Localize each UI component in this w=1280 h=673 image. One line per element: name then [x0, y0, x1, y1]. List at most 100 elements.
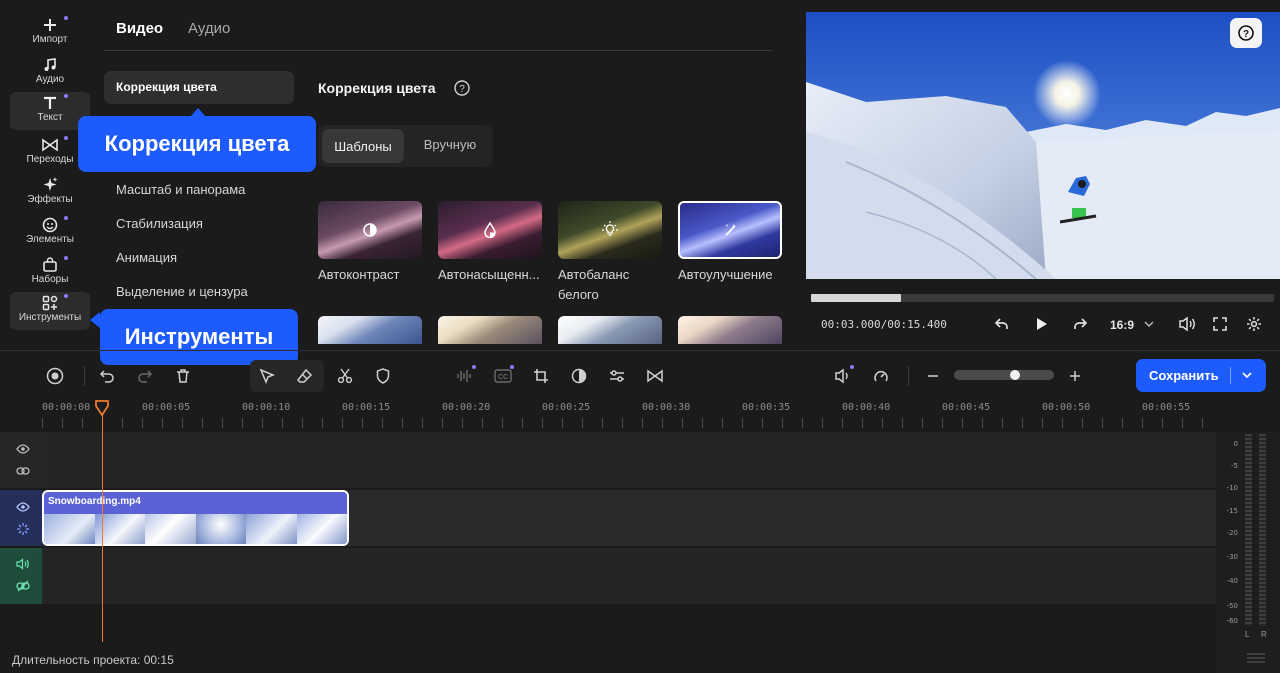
contrast-icon	[363, 223, 377, 237]
volume-icon[interactable]	[1178, 316, 1196, 332]
music-note-icon	[42, 56, 58, 74]
tabs-divider	[104, 50, 772, 51]
svg-text:?: ?	[1243, 29, 1249, 40]
tools-grid-icon	[42, 294, 58, 312]
overlay-track[interactable]	[42, 432, 1216, 488]
preset-thumbnail[interactable]	[318, 316, 422, 344]
menu-item-stabilization[interactable]: Стабилизация	[116, 216, 203, 231]
separator	[84, 366, 85, 386]
meter-scale-label: -50	[1226, 602, 1238, 610]
captions-icon[interactable]: CC	[492, 365, 514, 387]
pointer-icon[interactable]	[256, 365, 278, 387]
meter-scale-label: -60	[1226, 617, 1238, 625]
eye-icon[interactable]	[16, 443, 30, 455]
aspect-ratio-select[interactable]: 16:9	[1110, 318, 1134, 332]
menu-item-color-correction[interactable]: Коррекция цвета	[104, 71, 294, 104]
preset-thumbnail[interactable]	[558, 201, 662, 259]
total-time: 00:15.400	[887, 318, 947, 331]
preset-thumbnail[interactable]	[678, 316, 782, 344]
detach-audio-icon[interactable]	[832, 365, 854, 387]
zoom-in-icon[interactable]	[1064, 365, 1086, 387]
preset-thumbnail[interactable]	[438, 201, 542, 259]
settings-gear-icon[interactable]	[1246, 316, 1262, 332]
meter-right-label: R	[1261, 630, 1267, 639]
text-t-icon	[42, 94, 58, 112]
preset-thumbnail-selected[interactable]	[678, 201, 782, 259]
help-button[interactable]: ?	[1230, 18, 1262, 48]
new-dot	[510, 365, 514, 369]
playhead-line[interactable]	[102, 400, 103, 642]
speed-icon[interactable]	[870, 365, 892, 387]
fullscreen-icon[interactable]	[1212, 316, 1228, 332]
transition-icon[interactable]	[644, 365, 666, 387]
track-header	[0, 548, 42, 604]
tab-audio[interactable]: Аудио	[188, 20, 230, 37]
mode-templates-button[interactable]: Шаблоны	[322, 129, 404, 163]
meter-scale-label: -20	[1226, 529, 1238, 537]
undo-icon[interactable]	[96, 365, 118, 387]
mode-manual-button[interactable]: Вручную	[411, 137, 489, 152]
meter-grip-icon[interactable]	[1246, 652, 1266, 666]
eye-icon[interactable]	[16, 501, 30, 513]
rail-elements[interactable]: Элементы	[10, 214, 90, 250]
separator	[1230, 367, 1231, 384]
video-preview[interactable]	[806, 12, 1280, 279]
tooltip-tools: Инструменты	[100, 309, 298, 365]
forward-icon[interactable]	[1072, 316, 1088, 332]
tooltip-color-correction: Коррекция цвета	[78, 116, 316, 172]
shield-icon[interactable]	[372, 365, 394, 387]
zoom-slider[interactable]	[954, 370, 1054, 380]
playhead-handle-icon[interactable]	[95, 400, 109, 416]
menu-item-animation[interactable]: Анимация	[116, 250, 177, 265]
link-icon[interactable]	[16, 465, 30, 477]
preset-thumbnail[interactable]	[318, 201, 422, 259]
crop-icon[interactable]	[530, 365, 552, 387]
ruler-label: 00:00:15	[342, 402, 391, 413]
ruler-ticks	[42, 418, 1216, 428]
clip-filmstrip	[44, 514, 347, 544]
bulb-icon	[602, 221, 618, 237]
sparkle-icon	[41, 176, 59, 194]
clip-name: Snowboarding.mp4	[48, 496, 141, 507]
color-correction-icon[interactable]	[568, 365, 590, 387]
rail-tools[interactable]: Инструменты	[10, 292, 90, 330]
play-icon[interactable]	[1034, 317, 1048, 331]
new-dot	[472, 365, 476, 369]
rail-label: Аудио	[35, 74, 65, 85]
video-clip[interactable]: Snowboarding.mp4	[42, 490, 349, 546]
tab-video[interactable]: Видео	[116, 20, 163, 37]
save-button[interactable]: Сохранить	[1136, 359, 1266, 392]
menu-item-scale-pan[interactable]: Масштаб и панорама	[116, 182, 245, 197]
new-dot	[64, 136, 68, 140]
trash-icon[interactable]	[172, 365, 194, 387]
rail-sets[interactable]: Наборы	[10, 254, 90, 290]
audio-track[interactable]	[42, 548, 1216, 604]
preset-label: Автоконтраст	[318, 267, 400, 282]
meter-scale-label: -30	[1226, 553, 1238, 561]
chevron-down-icon[interactable]	[1242, 371, 1252, 379]
eraser-icon[interactable]	[294, 365, 316, 387]
redo-icon[interactable]	[134, 365, 156, 387]
menu-item-highlight-censor[interactable]: Выделение и цензура	[116, 284, 248, 299]
zoom-out-icon[interactable]	[922, 365, 944, 387]
adjust-sliders-icon[interactable]	[606, 365, 628, 387]
new-dot	[64, 94, 68, 98]
preset-thumbnail[interactable]	[438, 316, 542, 344]
rail-import[interactable]: Импорт	[10, 14, 90, 50]
drop-icon	[483, 222, 497, 238]
audio-wave-icon[interactable]	[454, 365, 476, 387]
scissors-icon[interactable]	[334, 365, 356, 387]
plus-icon	[42, 16, 58, 34]
effects-toggle-icon[interactable]	[16, 522, 30, 536]
zoom-slider-thumb[interactable]	[1010, 370, 1020, 380]
record-icon[interactable]	[44, 365, 66, 387]
help-circle-icon[interactable]: ?	[454, 80, 470, 96]
rail-audio[interactable]: Аудио	[10, 54, 90, 90]
unlink-icon[interactable]	[16, 580, 30, 592]
rail-label: Импорт	[32, 34, 68, 45]
rail-effects[interactable]: Эффекты	[10, 174, 90, 210]
preset-thumbnail[interactable]	[558, 316, 662, 344]
speaker-icon[interactable]	[16, 558, 30, 570]
rewind-icon[interactable]	[994, 316, 1010, 332]
seek-bar[interactable]	[811, 294, 1274, 302]
